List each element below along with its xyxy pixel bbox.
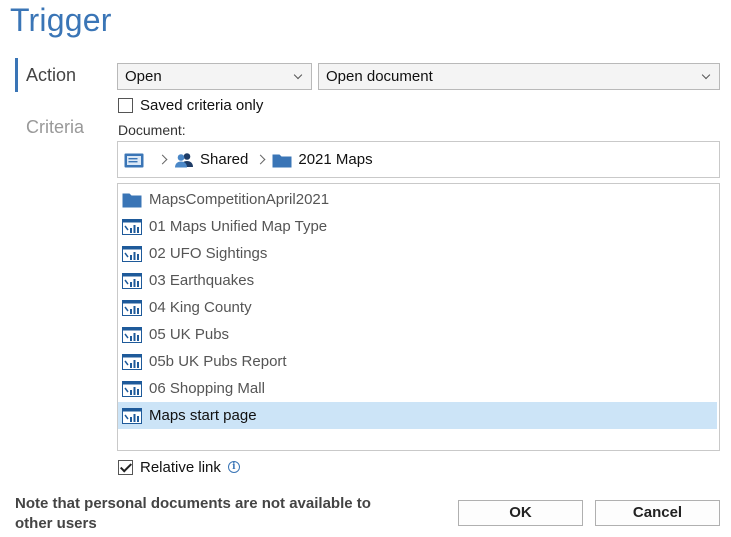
document-list: MapsCompetitionApril2021 01 Maps Unified…	[117, 183, 720, 451]
list-item-label: 04 King County	[149, 299, 252, 316]
list-item-label: Maps start page	[149, 407, 257, 424]
side-nav: Action Criteria	[15, 56, 110, 146]
folder-icon	[272, 154, 292, 167]
list-item[interactable]: 03 Earthquakes	[118, 267, 717, 294]
relative-link-label: Relative link	[140, 458, 221, 476]
folder-icon	[122, 193, 142, 207]
list-item[interactable]: 06 Shopping Mall	[118, 375, 717, 402]
info-icon[interactable]: i	[227, 461, 240, 473]
action-select[interactable]: Open	[117, 63, 312, 90]
breadcrumb-item-2021-maps[interactable]: 2021 Maps	[272, 151, 373, 168]
list-item-label: 03 Earthquakes	[149, 272, 255, 289]
list-item[interactable]: 05b UK Pubs Report	[118, 348, 717, 375]
personal-documents-note: Note that personal documents are not ava…	[15, 495, 371, 532]
chart-document-icon	[122, 407, 142, 424]
chevron-down-icon	[702, 64, 712, 89]
cancel-button[interactable]: Cancel	[595, 500, 720, 526]
list-item-label: MapsCompetitionApril2021	[149, 191, 330, 208]
list-item-label: 05b UK Pubs Report	[149, 353, 287, 370]
list-item-label: 05 UK Pubs	[149, 326, 230, 343]
chart-document-icon	[122, 272, 142, 289]
relative-link-checkbox[interactable]	[118, 459, 133, 475]
list-item[interactable]: 05 UK Pubs	[118, 321, 717, 348]
relative-link-row: Relative link i	[118, 457, 240, 477]
chevron-right-icon	[157, 154, 168, 165]
users-icon	[175, 152, 193, 167]
list-item[interactable]: 04 King County	[118, 294, 717, 321]
dialog-title: Trigger	[10, 2, 112, 38]
list-item[interactable]: 01 Maps Unified Map Type	[118, 213, 717, 240]
list-item-label: 02 UFO Sightings	[149, 245, 268, 262]
breadcrumb-item-shared[interactable]: Shared	[174, 151, 248, 168]
breadcrumb-label: Shared	[200, 151, 249, 168]
document-label: Document:	[118, 122, 186, 138]
ok-button[interactable]: OK	[458, 500, 583, 526]
chart-document-icon	[122, 218, 142, 235]
nav-item-action[interactable]: Action	[15, 56, 110, 94]
breadcrumb: Shared 2021 Maps	[117, 141, 720, 178]
list-item-selected[interactable]: Maps start page	[118, 402, 717, 429]
list-item-label: 06 Shopping Mall	[149, 380, 265, 397]
chart-document-icon	[122, 245, 142, 262]
saved-criteria-label: Saved criteria only	[140, 96, 264, 114]
target-select-value: Open document	[326, 68, 433, 85]
chart-document-icon	[122, 299, 142, 316]
chart-document-icon	[122, 353, 142, 370]
chevron-down-icon	[294, 64, 304, 89]
chart-document-icon	[122, 326, 142, 343]
list-item[interactable]: 02 UFO Sightings	[118, 240, 717, 267]
target-select[interactable]: Open document	[318, 63, 720, 90]
saved-criteria-row: Saved criteria only	[118, 95, 263, 115]
list-item[interactable]: MapsCompetitionApril2021	[118, 186, 717, 213]
breadcrumb-root[interactable]	[124, 152, 150, 168]
chevron-right-icon	[255, 154, 266, 165]
chart-document-icon	[122, 380, 142, 397]
nav-item-criteria[interactable]: Criteria	[15, 108, 110, 146]
saved-criteria-checkbox[interactable]	[118, 97, 133, 113]
breadcrumb-label: 2021 Maps	[298, 151, 373, 168]
action-select-value: Open	[125, 68, 162, 85]
list-item-label: 01 Maps Unified Map Type	[149, 218, 328, 235]
library-icon	[124, 153, 144, 167]
